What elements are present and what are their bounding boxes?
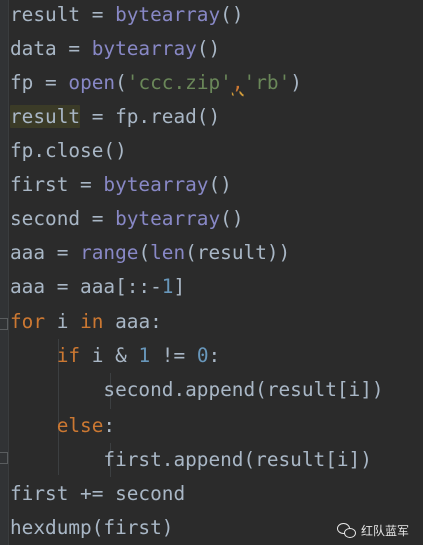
code-token: fp.close() [10, 139, 127, 162]
code-editor[interactable]: result = bytearray() data = bytearray() … [0, 0, 423, 545]
code-token: = [33, 71, 69, 94]
code-token: (result)) [185, 241, 291, 264]
code-token: ( [115, 71, 127, 94]
code-token: hexdump(first) [10, 516, 174, 539]
code-line[interactable]: else: [10, 409, 115, 443]
keyword: if [56, 344, 81, 367]
code-token: ] [173, 275, 186, 298]
code-token: data [10, 37, 57, 60]
code-token: first [10, 173, 69, 196]
keyword: else [56, 414, 104, 437]
code-line[interactable]: second = bytearray() [10, 202, 244, 236]
warning-comma[interactable]: , [232, 71, 244, 94]
code-line[interactable]: result = bytearray() [10, 0, 244, 32]
indentation [10, 414, 57, 437]
code-line[interactable]: data = bytearray() [10, 32, 220, 66]
code-token: aaa [10, 275, 46, 298]
code-token: != [150, 344, 197, 367]
code-token: fp [10, 71, 34, 94]
code-token: = [45, 241, 81, 264]
string-literal: 'rb' [243, 71, 291, 94]
code-token: i & [80, 344, 139, 367]
code-token: len [150, 241, 186, 264]
fold-end-marker-icon[interactable] [0, 452, 8, 464]
code-token: ) [290, 71, 302, 94]
code-token: first.append(result[i]) [10, 448, 372, 471]
code-token: aaa [10, 241, 46, 264]
code-token: second.append(result[i]) [10, 378, 384, 401]
editor-gutter[interactable] [0, 0, 9, 545]
code-line[interactable]: hexdump(first) [10, 511, 173, 545]
code-token: () [208, 173, 232, 196]
code-token: () [220, 207, 244, 230]
code-line[interactable]: fp = open('ccc.zip','rb') [10, 66, 302, 100]
code-token: = fp.read() [80, 105, 221, 128]
code-line[interactable]: fp.close() [10, 134, 127, 168]
code-token: = [80, 207, 116, 230]
number-literal: 1 [161, 275, 174, 298]
code-token: aaa: [103, 310, 162, 333]
code-token: : [208, 344, 221, 367]
code-token: result [10, 3, 81, 26]
code-token: i [45, 310, 81, 333]
code-line[interactable]: second.append(result[i]) [10, 373, 384, 407]
code-token: open [68, 71, 116, 94]
code-token: second [10, 207, 81, 230]
highlighted-identifier[interactable]: result [10, 105, 81, 128]
code-token: bytearray [103, 173, 209, 196]
indentation [10, 344, 57, 367]
code-token: range [80, 241, 139, 264]
wechat-icon [336, 523, 356, 538]
number-literal: 1 [138, 344, 151, 367]
code-line[interactable]: if i & 1 != 0: [10, 339, 221, 373]
string-literal: 'ccc.zip' [126, 71, 232, 94]
code-line[interactable]: for i in aaa: [10, 305, 162, 339]
code-line[interactable]: result = fp.read() [10, 100, 220, 134]
watermark: 红队蓝军 [336, 522, 409, 539]
code-token: = [68, 173, 104, 196]
code-token: () [196, 37, 221, 60]
fold-marker-icon[interactable] [0, 318, 8, 330]
code-line[interactable]: aaa = range(len(result)) [10, 236, 290, 270]
watermark-text: 红队蓝军 [360, 524, 409, 538]
code-token: = [80, 3, 116, 26]
code-line[interactable]: first += second [10, 477, 185, 511]
code-token: : [103, 414, 116, 437]
code-token: ( [138, 241, 151, 264]
keyword: in [80, 310, 104, 333]
code-token: () [220, 3, 244, 26]
keyword: for [10, 310, 46, 333]
code-token: first += second [10, 482, 186, 505]
code-token: bytearray [115, 3, 221, 26]
code-line[interactable]: first = bytearray() [10, 168, 232, 202]
code-token: = [56, 37, 92, 60]
code-token: = aaa[::- [45, 275, 162, 298]
code-line[interactable]: aaa = aaa[::-1] [10, 270, 185, 304]
number-literal: 0 [196, 344, 209, 367]
code-token: bytearray [115, 207, 221, 230]
code-token: bytearray [91, 37, 197, 60]
code-line[interactable]: first.append(result[i]) [10, 443, 372, 477]
